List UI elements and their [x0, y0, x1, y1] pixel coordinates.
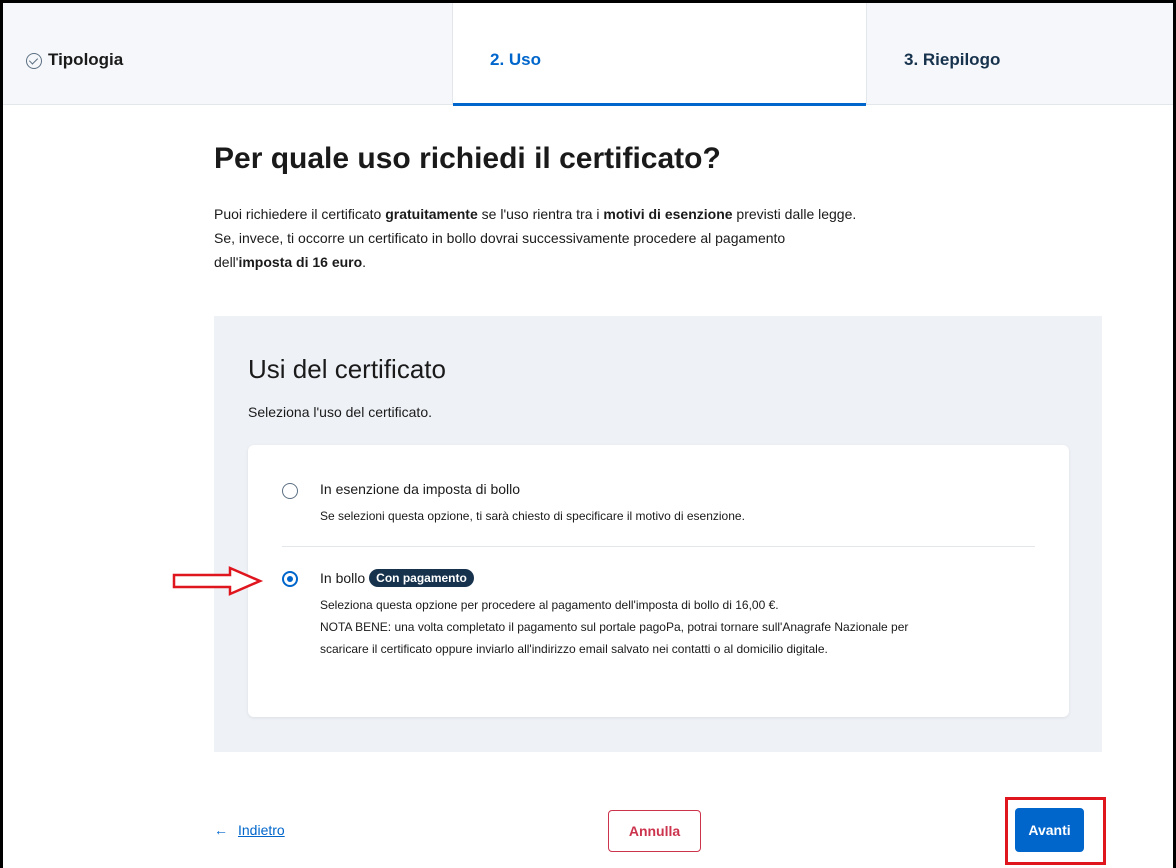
step-label: 2. Uso: [490, 50, 542, 69]
back-link[interactable]: ← Indietro: [214, 822, 285, 838]
step-label: 3. Riepilogo: [904, 50, 1001, 69]
panel-subtitle: Seleziona l'uso del certificato.: [248, 404, 432, 420]
option-description: Seleziona questa opzione per procedere a…: [320, 598, 909, 656]
option-description: Se selezioni questa opzione, ti sarà chi…: [320, 509, 745, 523]
option-label[interactable]: In bollo Con pagamento: [320, 569, 474, 587]
panel-title: Usi del certificato: [248, 354, 446, 384]
usage-panel: Usi del certificato Seleziona l'uso del …: [214, 316, 1102, 752]
step-label: Tipologia: [48, 50, 124, 69]
intro-line-2: Se, invece, ti occorre un certificato in…: [214, 230, 786, 246]
cancel-button[interactable]: Annulla: [608, 810, 701, 852]
back-label[interactable]: Indietro: [238, 822, 285, 838]
options-card: In esenzione da imposta di bollo Se sele…: [248, 445, 1069, 717]
page-title: Per quale uso richiedi il certificato?: [214, 142, 721, 175]
intro-text: Puoi richiedere il certificato gratuitam…: [214, 202, 974, 274]
step-tipologia[interactable]: Tipologia: [3, 3, 452, 105]
arrow-left-icon: ←: [214, 822, 228, 838]
radio-button[interactable]: [282, 483, 298, 499]
radio-button-selected[interactable]: [282, 571, 298, 587]
divider: [282, 546, 1035, 547]
stepper: Tipologia 2. Uso 3. Riepilogo: [3, 3, 1173, 106]
step-riepilogo[interactable]: 3. Riepilogo: [867, 3, 1173, 105]
check-circle-icon: [26, 53, 42, 69]
option-label[interactable]: In esenzione da imposta di bollo: [320, 481, 520, 497]
payment-badge: Con pagamento: [369, 569, 474, 587]
intro-line-3: dell'imposta di 16 euro.: [214, 254, 367, 270]
annotation-arrow-icon: [172, 566, 264, 596]
step-uso[interactable]: 2. Uso: [452, 3, 867, 106]
intro-line-1: Puoi richiedere il certificato gratuitam…: [214, 206, 857, 222]
next-button[interactable]: Avanti: [1015, 808, 1084, 852]
